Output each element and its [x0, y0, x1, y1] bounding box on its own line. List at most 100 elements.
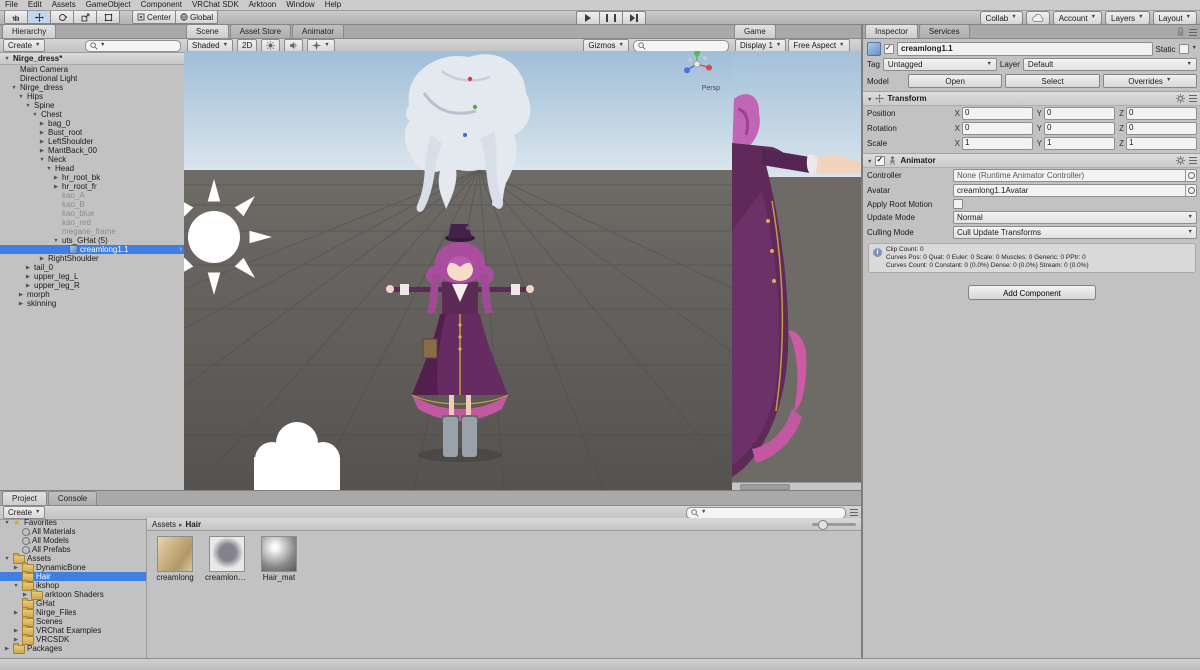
- fold-icon[interactable]: [867, 156, 872, 165]
- play-button[interactable]: [576, 11, 600, 25]
- projection-label[interactable]: Persp: [702, 85, 720, 92]
- animator-enabled-checkbox[interactable]: [875, 155, 886, 166]
- hierarchy-item[interactable]: RightShoulder ›: [0, 254, 184, 263]
- gear-icon[interactable]: [1176, 94, 1185, 103]
- project-tree-item[interactable]: Packages: [0, 643, 146, 654]
- tab-game[interactable]: Game: [734, 24, 776, 38]
- add-component-button[interactable]: Add Component: [968, 285, 1096, 300]
- expander-icon[interactable]: [38, 139, 46, 145]
- expander-icon[interactable]: [12, 628, 20, 634]
- scene-viewport[interactable]: Persp: [184, 51, 732, 490]
- scene-tab[interactable]: Animator: [292, 24, 345, 38]
- hierarchy-item[interactable]: kao_B ›: [0, 200, 184, 209]
- hierarchy-item[interactable]: megane_frame ›: [0, 227, 184, 236]
- hierarchy-item[interactable]: MantBack_00 ›: [0, 146, 184, 155]
- expander-icon[interactable]: [38, 256, 46, 262]
- object-picker-icon[interactable]: [1185, 170, 1196, 181]
- hierarchy-item[interactable]: Neck ›: [0, 155, 184, 164]
- hand-tool-button[interactable]: [4, 10, 28, 24]
- layers-button[interactable]: Layers ▼: [1105, 11, 1150, 25]
- hierarchy-item[interactable]: Spine ›: [0, 101, 184, 110]
- expander-icon[interactable]: [24, 103, 32, 109]
- project-tab[interactable]: Project: [2, 491, 47, 505]
- expander-icon[interactable]: [21, 592, 29, 598]
- tab-hierarchy[interactable]: Hierarchy: [2, 24, 57, 38]
- model-open-button[interactable]: Open: [908, 74, 1003, 88]
- hierarchy-item[interactable]: Chest ›: [0, 110, 184, 119]
- project-tree-item[interactable]: All Models: [0, 536, 146, 545]
- scene-tab[interactable]: Scene: [186, 24, 229, 38]
- menu-item[interactable]: GameObject: [81, 0, 136, 10]
- y-value-field[interactable]: 0: [1044, 107, 1115, 120]
- expander-icon[interactable]: [3, 56, 11, 62]
- move-tool-button[interactable]: [28, 10, 51, 24]
- expander-icon[interactable]: [24, 274, 32, 280]
- expander-icon[interactable]: [12, 637, 20, 643]
- expander-icon[interactable]: [3, 520, 11, 526]
- expander-icon[interactable]: [10, 85, 18, 91]
- scene-header-row[interactable]: Nirge_dress*: [0, 53, 184, 65]
- panel-menu-icon[interactable]: [850, 509, 858, 516]
- scale-tool-button[interactable]: [74, 10, 97, 24]
- y-value-field[interactable]: 1: [1044, 137, 1115, 150]
- panel-menu-icon[interactable]: [1189, 28, 1197, 36]
- create-button[interactable]: Create ▼: [3, 39, 46, 52]
- menu-item[interactable]: Window: [281, 0, 319, 10]
- hierarchy-item[interactable]: morph ›: [0, 290, 184, 299]
- expander-icon[interactable]: [12, 583, 20, 589]
- layer-dropdown[interactable]: Default ▼: [1022, 58, 1197, 71]
- thumbnail-zoom-slider[interactable]: [812, 519, 856, 530]
- inspector-tab[interactable]: Services: [918, 24, 970, 38]
- inspector-tab[interactable]: Inspector: [865, 24, 918, 38]
- x-value-field[interactable]: 0: [962, 107, 1033, 120]
- expander-icon[interactable]: [52, 184, 60, 190]
- game-viewport[interactable]: [732, 51, 861, 483]
- expander-icon[interactable]: [24, 265, 32, 271]
- game-horizontal-scrollbar[interactable]: [732, 482, 861, 490]
- project-tree-item[interactable]: ikshop: [0, 580, 146, 591]
- pause-button[interactable]: [600, 11, 623, 25]
- expander-icon[interactable]: [17, 94, 25, 100]
- fold-icon[interactable]: [867, 94, 872, 103]
- expander-icon[interactable]: [3, 556, 11, 562]
- menu-item[interactable]: File: [0, 0, 23, 10]
- hierarchy-item[interactable]: Hips ›: [0, 92, 184, 101]
- space-toggle-button[interactable]: Global: [176, 10, 219, 24]
- asset-thumbnail[interactable]: [157, 536, 193, 572]
- model-select-button[interactable]: Select: [1005, 74, 1100, 88]
- project-search-input[interactable]: ▼: [686, 506, 846, 519]
- lock-icon[interactable]: [1176, 27, 1185, 37]
- rotate-tool-button[interactable]: [51, 10, 74, 24]
- asset-thumbnail[interactable]: [209, 536, 245, 572]
- z-value-field[interactable]: 0: [1126, 122, 1197, 135]
- expander-icon[interactable]: [12, 610, 20, 616]
- scene-tab[interactable]: Asset Store: [229, 24, 292, 38]
- static-dropdown-caret[interactable]: ▼: [1192, 46, 1197, 52]
- hierarchy-item[interactable]: tail_0 ›: [0, 263, 184, 272]
- x-value-field[interactable]: 1: [962, 137, 1033, 150]
- project-tree-item[interactable]: All Materials: [0, 527, 146, 536]
- object-name-field[interactable]: creamlong1.1: [897, 42, 1153, 56]
- breadcrumb-current[interactable]: Hair: [186, 520, 202, 529]
- expander-icon[interactable]: [17, 292, 25, 298]
- breadcrumb-root[interactable]: Assets: [152, 520, 176, 529]
- expander-icon[interactable]: [3, 646, 11, 652]
- controller-object-field[interactable]: None (Runtime Animator Controller): [953, 169, 1197, 182]
- expander-icon[interactable]: [31, 112, 39, 118]
- z-value-field[interactable]: 1: [1126, 137, 1197, 150]
- y-value-field[interactable]: 0: [1044, 122, 1115, 135]
- pivot-toggle-button[interactable]: Center: [132, 10, 177, 24]
- x-value-field[interactable]: 0: [962, 122, 1033, 135]
- expander-icon[interactable]: [52, 175, 60, 181]
- hierarchy-item[interactable]: Nirge_dress ›: [0, 83, 184, 92]
- scene-search-input[interactable]: [633, 39, 729, 52]
- culling-mode-dropdown[interactable]: Cull Update Transforms ▼: [953, 226, 1197, 239]
- hierarchy-search-input[interactable]: ▼: [85, 39, 181, 52]
- transform-component-header[interactable]: Transform: [863, 91, 1200, 106]
- avatar-object-field[interactable]: creamlong1.1Avatar: [953, 184, 1197, 197]
- hierarchy-item[interactable]: hr_root_bk ›: [0, 173, 184, 182]
- menu-item[interactable]: Assets: [47, 0, 81, 10]
- tag-dropdown[interactable]: Untagged ▼: [882, 58, 997, 71]
- active-checkbox[interactable]: [884, 43, 894, 54]
- hierarchy-item[interactable]: kao_red ›: [0, 218, 184, 227]
